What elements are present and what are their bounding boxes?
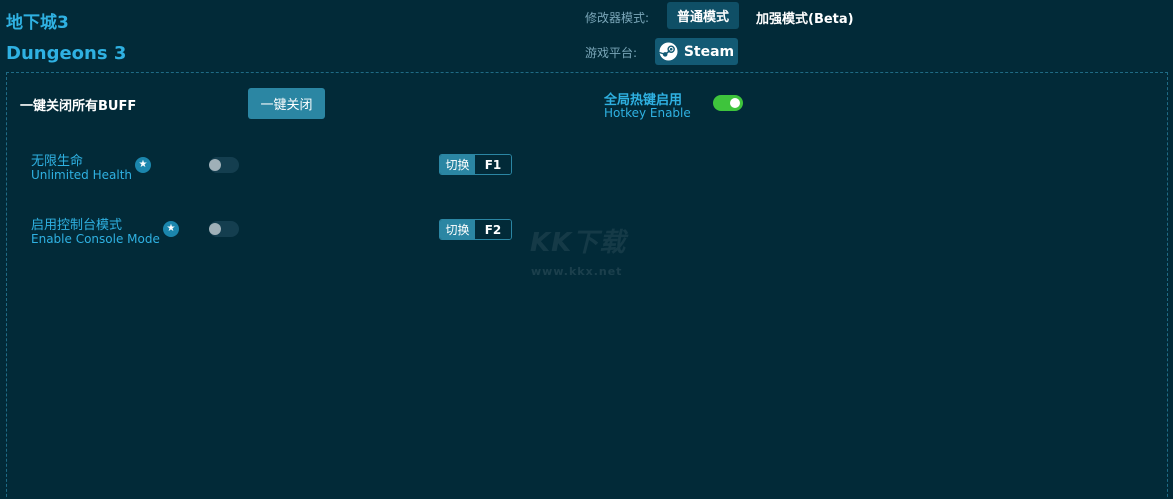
enhanced-mode-button[interactable]: 加强模式(Beta): [756, 8, 854, 27]
steam-icon: [659, 42, 678, 61]
star-icon: ★: [135, 157, 151, 173]
app-title-en: Dungeons 3: [6, 43, 127, 64]
hotkey-action: 切换: [440, 155, 475, 174]
close-all-buff-label: 一键关闭所有BUFF: [20, 99, 137, 114]
cheat-toggle-unlimited-health[interactable]: [209, 157, 239, 173]
cheat-name-en: Unlimited Health: [31, 168, 133, 182]
hotkey-enable-label-en: Hotkey Enable: [604, 106, 691, 120]
platform-label: 游戏平台:: [585, 46, 638, 60]
toggle-knob: [209, 223, 221, 235]
steam-platform-button[interactable]: Steam: [655, 38, 738, 65]
hotkey-enable-toggle[interactable]: [713, 95, 743, 111]
watermark-url: www.kkx.net: [531, 265, 623, 278]
cheat-panel: [6, 72, 1168, 499]
cheat-name-cn: 启用控制台模式: [31, 218, 123, 233]
hotkey-key: F1: [475, 155, 511, 174]
hotkey-action: 切换: [440, 220, 475, 239]
toggle-knob: [730, 98, 740, 108]
cheat-name-en: Enable Console Mode: [31, 232, 160, 246]
steam-label: Steam: [683, 43, 735, 60]
close-all-button[interactable]: 一键关闭: [248, 88, 325, 119]
hotkey-key: F2: [475, 220, 511, 239]
normal-mode-button[interactable]: 普通模式: [667, 2, 739, 29]
app-title-cn: 地下城3: [6, 13, 69, 33]
mode-label: 修改器模式:: [585, 11, 650, 25]
watermark-logo: KK下载: [530, 228, 627, 258]
cheat-name-cn: 无限生命: [31, 154, 84, 169]
hotkey-binding-f2[interactable]: 切换 F2: [439, 219, 512, 240]
hotkey-binding-f1[interactable]: 切换 F1: [439, 154, 512, 175]
toggle-knob: [209, 159, 221, 171]
cheat-toggle-console-mode[interactable]: [209, 221, 239, 237]
star-icon: ★: [163, 221, 179, 237]
